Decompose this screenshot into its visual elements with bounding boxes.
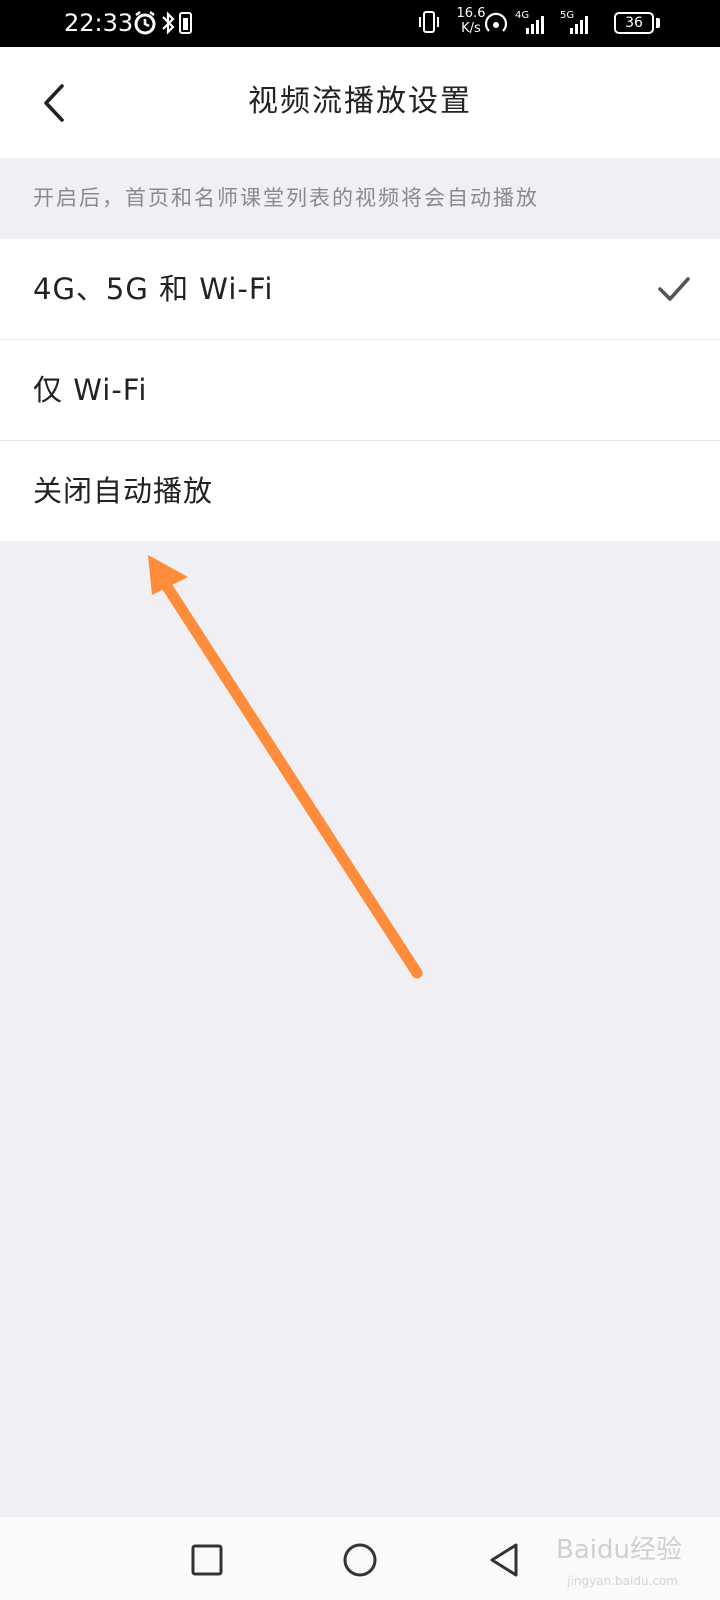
signal1-label: 4G xyxy=(515,10,530,21)
option-label: 仅 Wi-Fi xyxy=(33,373,148,407)
option-list: 4G、5G 和 Wi-Fi 仅 Wi-Fi 关闭自动播放 xyxy=(0,239,720,541)
option-label: 关闭自动播放 xyxy=(33,474,214,508)
battery-tip xyxy=(656,18,660,28)
hint-text: 开启后，首页和名师课堂列表的视频将会自动播放 xyxy=(33,186,539,210)
status-right-icons xyxy=(419,11,588,34)
status-time: 22:33 xyxy=(64,9,134,37)
watermark: Baidu经验 xyxy=(556,1535,682,1565)
option-wifi-only[interactable]: 仅 Wi-Fi xyxy=(0,340,720,441)
hotspot-icon xyxy=(484,12,508,32)
page-title: 视频流播放设置 xyxy=(248,84,472,119)
option-label: 4G、5G 和 Wi-Fi xyxy=(33,272,274,306)
battery-level: 36 xyxy=(625,15,643,31)
watermark-sub: jingyan.baidu.com xyxy=(567,1574,678,1588)
battery-icon: 36 xyxy=(614,12,654,34)
checkmark-icon xyxy=(658,277,690,301)
back-button[interactable] xyxy=(26,73,80,133)
vibrate-icon xyxy=(419,11,439,33)
chevron-left-icon xyxy=(44,84,64,122)
net-speed-unit: K/s xyxy=(461,21,481,36)
option-disable-autoplay[interactable]: 关闭自动播放 xyxy=(0,441,720,541)
bluetooth-icon xyxy=(162,11,175,35)
net-speed-value: 16.6 xyxy=(456,6,486,21)
status-left-icons xyxy=(134,11,192,35)
battery-small-icon xyxy=(179,12,192,34)
status-bar: 22:33 16.6 K/s 4G 5G 36 xyxy=(0,0,720,47)
home-button[interactable] xyxy=(337,1537,383,1583)
recent-apps-button[interactable] xyxy=(184,1537,230,1583)
signal2-label: 5G xyxy=(560,10,575,21)
option-4g-5g-wifi[interactable]: 4G、5G 和 Wi-Fi xyxy=(0,239,720,340)
net-speed: 16.6 K/s xyxy=(454,6,488,36)
annotation-arrow-icon xyxy=(148,555,423,979)
alarm-icon xyxy=(134,11,156,35)
header-bar: 视频流播放设置 xyxy=(0,47,720,158)
